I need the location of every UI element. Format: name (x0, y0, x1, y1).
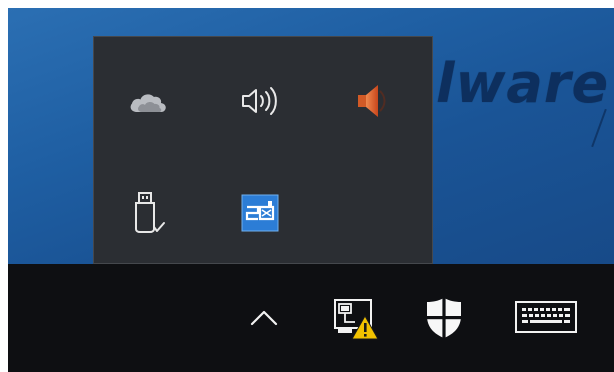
touch-keyboard-icon (515, 301, 577, 333)
network-warning-icon (334, 299, 379, 340)
tray-item-onedrive[interactable] (122, 75, 174, 127)
screenshot-frame: lware (8, 8, 614, 372)
show-hidden-icons-chevron-icon (250, 310, 278, 326)
network-adapter-app-icon (241, 194, 279, 232)
tray-item-usb[interactable] (122, 187, 174, 239)
windows-security-button[interactable] (418, 292, 470, 344)
speaker-volume-icon (242, 87, 277, 115)
tray-item-network-app[interactable] (234, 187, 286, 239)
hidden-icons-flyout (93, 36, 433, 264)
tray-item-audio-app[interactable] (346, 75, 398, 127)
show-hidden-icons-button[interactable] (240, 292, 288, 344)
tray-item-volume[interactable] (234, 75, 286, 127)
touch-keyboard-button[interactable] (506, 292, 586, 344)
taskbar (8, 264, 614, 372)
audio-app-speaker-icon (358, 85, 386, 117)
usb-safely-remove-icon (135, 192, 165, 233)
windows-security-shield-icon (427, 298, 461, 338)
network-status-button[interactable] (326, 292, 384, 344)
wallpaper-logo-text: lware (436, 52, 610, 115)
onedrive-cloud-icon (130, 94, 166, 112)
